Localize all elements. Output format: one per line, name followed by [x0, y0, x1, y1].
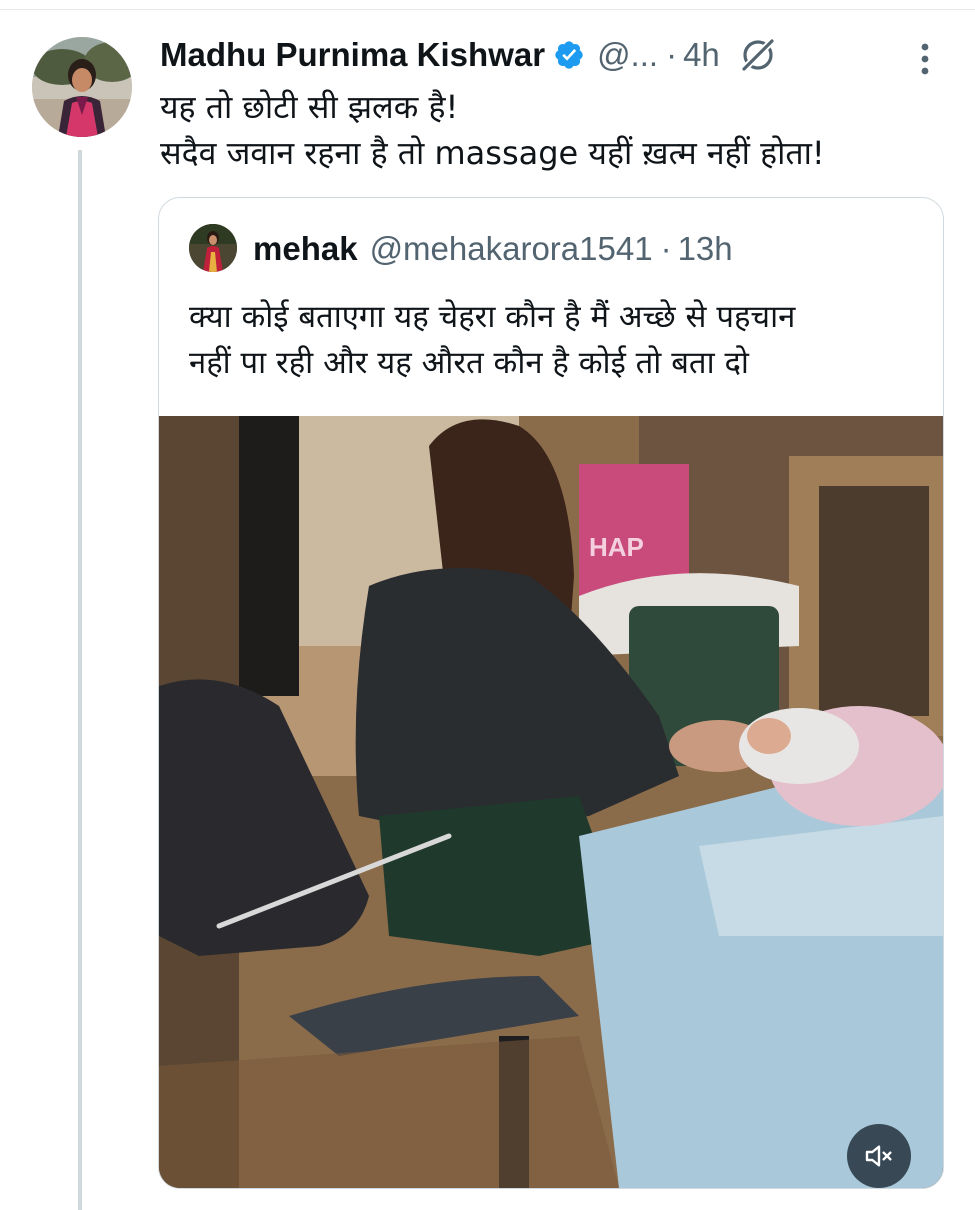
- top-divider: [0, 9, 975, 10]
- quoted-video[interactable]: HAP: [159, 416, 943, 1188]
- quoted-text-line-1: क्या कोई बताएगा यह चेहरा कौन है मैं अच्छ…: [189, 299, 796, 335]
- tweet-header: Madhu Purnima Kishwar @... · 4h: [160, 30, 778, 80]
- tweet-text-line-2: सदैव जवान रहना है तो massage यहीं ख़त्म …: [160, 134, 825, 172]
- quoted-tweet-text: क्या कोई बताएगा यह चेहरा कौन है मैं अच्छ…: [189, 294, 929, 386]
- quoted-author-name[interactable]: mehak: [253, 230, 358, 268]
- quoted-author-avatar[interactable]: [189, 224, 237, 272]
- author-avatar[interactable]: [32, 37, 132, 137]
- tweet-text: यह तो छोटी सी झलक है! सदैव जवान रहना है …: [160, 84, 950, 176]
- speaker-muted-icon: [865, 1145, 892, 1167]
- bag-print-text: HAP: [589, 532, 644, 562]
- verified-badge-icon: [555, 41, 583, 69]
- more-vertical-icon[interactable]: [910, 42, 940, 76]
- header-separator: ·: [666, 36, 678, 73]
- grok-icon[interactable]: [738, 35, 778, 75]
- author-handle[interactable]: @...: [597, 36, 658, 74]
- quoted-tweet-card[interactable]: mehak @mehakarora1541 · 13h क्या कोई बता…: [158, 197, 944, 1189]
- quoted-text-line-2: नहीं पा रही और यह औरत कौन है कोई तो बता …: [189, 345, 749, 381]
- tweet-time[interactable]: 4h: [683, 36, 720, 74]
- quoted-tweet-time[interactable]: 13h: [678, 230, 733, 268]
- quoted-avatar-image: [189, 224, 237, 272]
- author-name[interactable]: Madhu Purnima Kishwar: [160, 36, 545, 74]
- quoted-author-handle[interactable]: @mehakarora1541: [370, 230, 653, 268]
- tweet-text-line-1: यह तो छोटी सी झलक है!: [160, 88, 459, 126]
- quoted-header-separator: ·: [660, 230, 672, 267]
- video-frame: HAP: [159, 416, 943, 1188]
- mute-toggle-button[interactable]: [847, 1124, 911, 1188]
- quoted-tweet-header: mehak @mehakarora1541 · 13h: [253, 224, 733, 274]
- avatar-image: [32, 37, 132, 137]
- thread-line: [78, 150, 82, 1210]
